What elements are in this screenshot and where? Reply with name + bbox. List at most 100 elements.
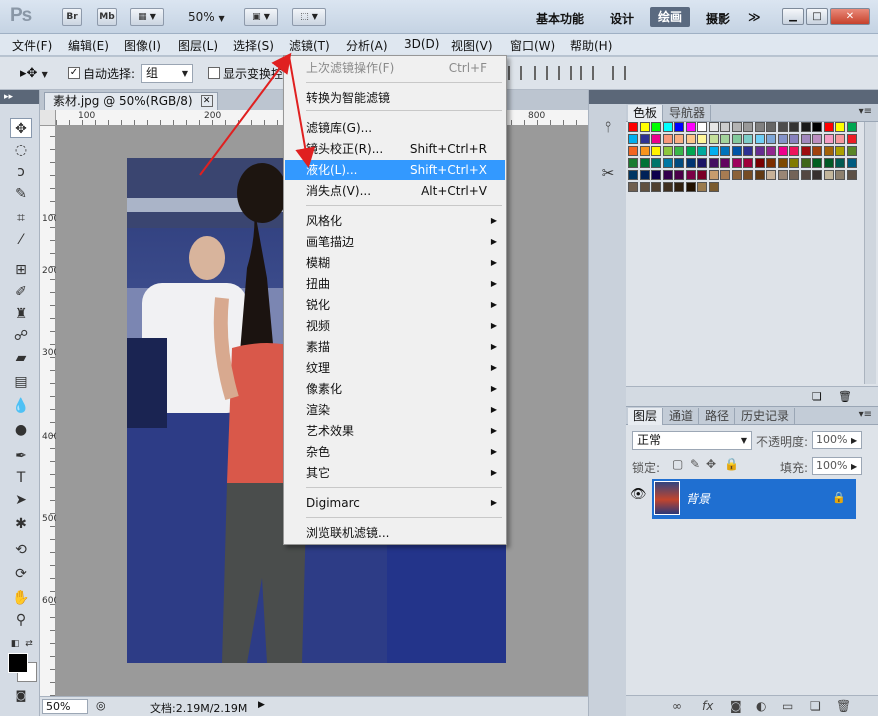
eraser-tool-icon[interactable]: ▰ (10, 348, 32, 368)
spot-healing-tool-icon[interactable]: ⊞ (10, 260, 32, 280)
color-swatch[interactable] (628, 134, 638, 144)
color-swatch[interactable] (835, 158, 845, 168)
color-swatch[interactable] (789, 122, 799, 132)
color-swatch[interactable] (800, 134, 811, 144)
show-transform-checkbox[interactable] (208, 67, 220, 79)
color-swatch[interactable] (766, 146, 776, 156)
color-swatch[interactable] (731, 158, 742, 168)
tab-paths[interactable]: 路径 (700, 408, 736, 425)
close-button[interactable]: ✕ (830, 8, 870, 25)
color-swatch[interactable] (651, 158, 661, 168)
filter-menu-item[interactable]: 扭曲 ▶ (285, 274, 505, 294)
status-menu-arrow-icon[interactable]: ▶ (258, 700, 265, 710)
tab-layers[interactable]: 图层 (628, 408, 664, 425)
filter-menu-item[interactable]: 锐化 ▶ (285, 295, 505, 315)
menu-layer[interactable]: 图层(L) (178, 37, 218, 54)
tab-swatches[interactable]: 色板 (628, 105, 664, 122)
panel-menu-icon[interactable]: ▾≡ (859, 409, 872, 420)
toolbox-grip[interactable]: ▸▸ (0, 90, 39, 104)
layer-visibility-eye-icon[interactable]: 👁 (630, 487, 647, 502)
filter-menu-item[interactable]: 镜头校正(R)... Shift+Ctrl+R (285, 139, 505, 159)
color-swatch[interactable] (662, 158, 673, 168)
filter-menu-item[interactable]: 渲染 ▶ (285, 400, 505, 420)
color-swatch[interactable] (812, 158, 822, 168)
distribute-icon[interactable] (580, 66, 594, 80)
color-swatch[interactable] (697, 158, 707, 168)
delete-swatch-icon[interactable]: 🗑 (838, 390, 852, 403)
new-swatch-icon[interactable]: ❏ (812, 390, 822, 403)
color-swatch[interactable] (800, 146, 811, 156)
color-swatch[interactable] (639, 182, 650, 192)
arrange-documents-button[interactable]: ▣ ▼ (244, 8, 278, 26)
color-swatch[interactable] (800, 122, 811, 132)
color-swatch[interactable] (697, 134, 707, 144)
clone-source-panel-icon[interactable]: ✂ (597, 162, 619, 184)
color-swatch[interactable] (754, 170, 765, 180)
color-swatch[interactable] (754, 134, 765, 144)
auto-align-icon[interactable] (612, 66, 626, 80)
tab-channels[interactable]: 通道 (664, 408, 700, 425)
status-info-icon[interactable]: ◎ (96, 699, 106, 712)
filter-menu-item[interactable]: 滤镜库(G)... (285, 118, 505, 138)
3d-orbit-tool-icon[interactable]: ⟳ (10, 564, 32, 584)
color-swatch[interactable] (789, 146, 799, 156)
color-swatch[interactable] (662, 182, 673, 192)
menu-3d[interactable]: 3D(D) (404, 37, 439, 51)
color-swatch[interactable] (731, 146, 742, 156)
more-workspaces-button[interactable]: ≫ (748, 10, 761, 24)
color-swatch[interactable] (846, 158, 857, 168)
color-swatch[interactable] (639, 134, 650, 144)
panel-menu-icon[interactable]: ▾≡ (859, 106, 872, 117)
layer-style-icon[interactable]: fx (702, 699, 713, 713)
menu-view[interactable]: 视图(V) (451, 37, 493, 54)
new-layer-icon[interactable]: ❏ (810, 699, 821, 713)
dodge-tool-icon[interactable]: ● (10, 420, 32, 440)
tab-navigator[interactable]: 导航器 (664, 105, 712, 122)
filter-menu-item[interactable]: 转换为智能滤镜 (285, 88, 505, 108)
path-selection-tool-icon[interactable]: ➤ (10, 490, 32, 510)
marquee-tool-icon[interactable]: ◌ (10, 140, 32, 160)
workspace-photography[interactable]: 摄影 (706, 10, 730, 27)
color-swatch[interactable] (777, 170, 788, 180)
filter-menu-item[interactable]: 上次滤镜操作(F) Ctrl+F (285, 58, 505, 78)
ruler-origin[interactable] (40, 110, 56, 126)
color-swatch[interactable] (697, 182, 707, 192)
layer-row-background[interactable]: 背景 🔒 (652, 479, 856, 519)
color-swatch[interactable] (823, 146, 834, 156)
vertical-ruler[interactable]: 100 200 300 400 500 600 (40, 126, 59, 696)
color-swatch[interactable] (697, 170, 707, 180)
color-swatch[interactable] (743, 146, 753, 156)
distribute-icon[interactable] (534, 66, 548, 80)
brush-panel-icon[interactable]: ⫯ (597, 116, 619, 138)
link-layers-icon[interactable]: ∞ (672, 699, 682, 713)
color-swatch[interactable] (639, 122, 650, 132)
maximize-button[interactable]: □ (806, 8, 828, 25)
color-swatch[interactable] (754, 122, 765, 132)
3d-rotate-tool-icon[interactable]: ⟲ (10, 540, 32, 560)
color-swatch[interactable] (812, 170, 822, 180)
minimize-button[interactable]: ▁ (782, 8, 804, 25)
filter-menu-item[interactable]: 消失点(V)... Alt+Ctrl+V (285, 181, 505, 201)
color-swatch[interactable] (720, 158, 730, 168)
color-swatch[interactable] (708, 134, 719, 144)
clone-stamp-tool-icon[interactable]: ♜ (10, 304, 32, 324)
color-swatch[interactable] (846, 122, 857, 132)
hand-tool-icon[interactable]: ✋ (10, 588, 32, 608)
color-swatch[interactable] (628, 158, 638, 168)
filter-menu-item[interactable]: 杂色 ▶ (285, 442, 505, 462)
color-swatch[interactable] (720, 170, 730, 180)
distribute-icon[interactable] (558, 66, 572, 80)
foreground-color-swatch[interactable] (8, 653, 28, 673)
color-swatch[interactable] (628, 146, 638, 156)
menu-file[interactable]: 文件(F) (12, 37, 52, 54)
type-tool-icon[interactable]: T (10, 468, 32, 488)
color-swatch[interactable] (651, 170, 661, 180)
filter-menu-item[interactable]: Digimarc ▶ (285, 493, 505, 513)
color-swatch[interactable] (823, 122, 834, 132)
swatches-scrollbar[interactable] (864, 122, 876, 384)
workspace-design[interactable]: 设计 (610, 10, 634, 27)
eyedropper-tool-icon[interactable]: ⁄ (10, 230, 32, 250)
panel-grip[interactable] (626, 90, 878, 104)
color-swatch[interactable] (800, 158, 811, 168)
filter-menu-item[interactable]: 纹理 ▶ (285, 358, 505, 378)
